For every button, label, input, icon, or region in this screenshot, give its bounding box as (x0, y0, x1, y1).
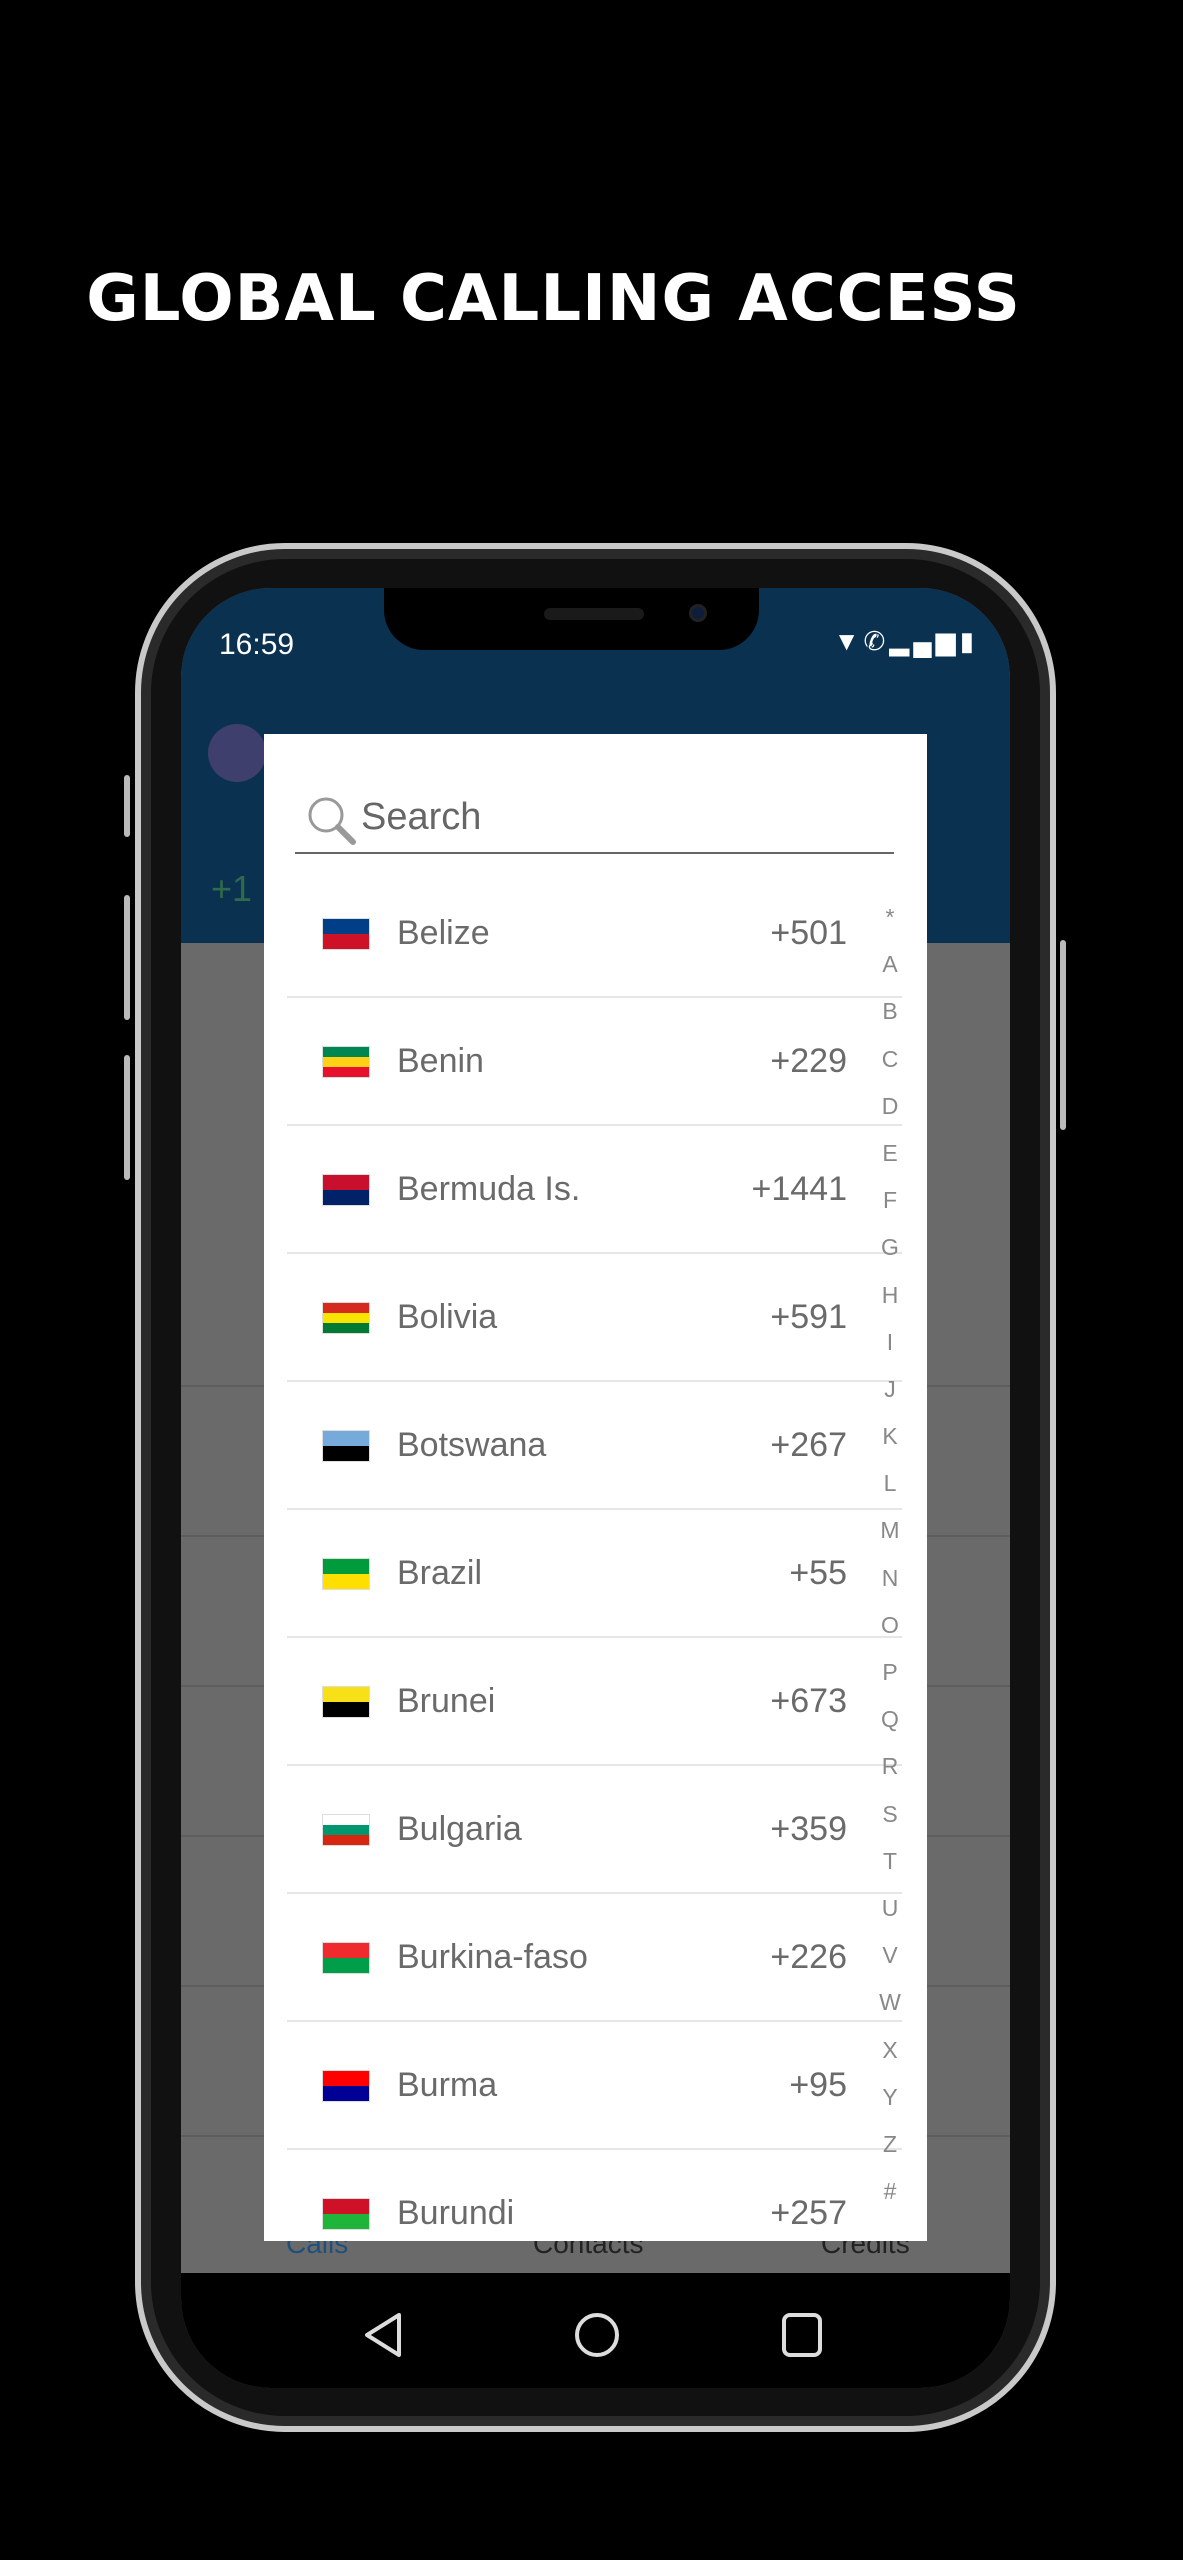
index-letter[interactable]: U (870, 1895, 910, 1942)
nav-bar (181, 2273, 1010, 2388)
index-letter[interactable]: H (870, 1282, 910, 1329)
index-letter[interactable]: L (870, 1470, 910, 1517)
index-letter[interactable]: V (870, 1942, 910, 1989)
flag-icon (323, 1815, 369, 1845)
country-row[interactable]: Burkina-faso +226 (287, 1894, 902, 2022)
index-letter[interactable]: E (870, 1140, 910, 1187)
battery-icon: ▮ (959, 626, 978, 656)
index-letter[interactable]: X (870, 2037, 910, 2084)
phone-button (1060, 940, 1066, 1130)
flag-icon (323, 1943, 369, 1973)
country-code: +229 (770, 1042, 847, 1080)
index-letter[interactable]: A (870, 951, 910, 998)
country-code: +673 (770, 1682, 847, 1720)
search-placeholder: Search (361, 796, 482, 838)
search-icon (308, 797, 356, 845)
flag-icon (323, 919, 369, 949)
country-row[interactable]: Bulgaria +359 (287, 1766, 902, 1894)
flag-icon (323, 1687, 369, 1717)
country-row[interactable]: Burma +95 (287, 2022, 902, 2150)
wifi-calling-icon: ✆ (863, 626, 890, 656)
country-picker-dialog: Search Belize +501 Benin +229 Bermuda Is. +14… (264, 734, 927, 2241)
country-name: Bolivia (397, 1298, 498, 1336)
country-row[interactable]: Benin +229 (287, 998, 902, 1126)
country-code: +591 (770, 1298, 847, 1336)
country-code: +501 (770, 914, 847, 952)
flag-icon (323, 1047, 369, 1077)
country-code: +359 (770, 1810, 847, 1848)
country-name: Burundi (397, 2194, 515, 2232)
flag-icon (323, 2199, 369, 2229)
index-letter[interactable]: Y (870, 2084, 910, 2131)
index-letter[interactable]: S (870, 1801, 910, 1848)
flag-icon (323, 1559, 369, 1589)
flag-icon (323, 2071, 369, 2101)
recents-icon[interactable] (782, 2313, 822, 2357)
index-letter[interactable]: F (870, 1187, 910, 1234)
phone-button (124, 775, 130, 837)
index-letter[interactable]: D (870, 1093, 910, 1140)
index-letter[interactable]: C (870, 1046, 910, 1093)
country-name: Botswana (397, 1426, 547, 1464)
country-name: Belize (397, 914, 490, 952)
country-name: Bermuda Is. (397, 1170, 581, 1208)
number-prefix: +1 (211, 868, 253, 909)
status-icons: ▼✆▂▄▆▮ (834, 626, 978, 657)
index-letter[interactable]: W (870, 1989, 910, 2036)
phone-button (124, 895, 130, 1020)
index-letter[interactable]: M (870, 1517, 910, 1564)
country-row[interactable]: Bolivia +591 (287, 1254, 902, 1382)
avatar[interactable] (208, 724, 266, 782)
country-name: Burkina-faso (397, 1938, 588, 1976)
index-letter[interactable]: # (870, 2178, 910, 2225)
flag-icon (323, 1303, 369, 1333)
index-letter[interactable]: P (870, 1659, 910, 1706)
notch (384, 588, 759, 650)
flag-icon (323, 1175, 369, 1205)
index-letter[interactable]: Q (870, 1706, 910, 1753)
flag-icon (323, 1431, 369, 1461)
index-letter[interactable]: B (870, 998, 910, 1045)
country-row[interactable]: Bermuda Is. +1441 (287, 1126, 902, 1254)
country-row[interactable]: Burundi +257 (287, 2150, 902, 2241)
country-code: +1441 (751, 1170, 848, 1208)
index-letter[interactable]: T (870, 1848, 910, 1895)
home-icon[interactable] (575, 2313, 619, 2357)
country-code: +257 (770, 2194, 847, 2232)
index-letter[interactable]: G (870, 1234, 910, 1281)
country-code: +95 (789, 2066, 847, 2104)
back-icon[interactable] (361, 2311, 405, 2359)
country-code: +55 (789, 1554, 847, 1592)
index-letter[interactable]: J (870, 1376, 910, 1423)
index-letter[interactable]: N (870, 1565, 910, 1612)
signal-icon: ▂▄▆ (889, 626, 960, 656)
index-letter[interactable]: O (870, 1612, 910, 1659)
country-name: Brazil (397, 1554, 483, 1592)
index-letter[interactable]: I (870, 1329, 910, 1376)
country-name: Benin (397, 1042, 484, 1080)
wifi-icon: ▼ (833, 626, 864, 656)
country-code: +267 (770, 1426, 847, 1464)
headline: GLOBAL CALLING ACCESS (86, 262, 1021, 336)
status-time: 16:59 (219, 628, 295, 661)
phone-button (124, 1055, 130, 1180)
country-row[interactable]: Botswana +267 (287, 1382, 902, 1510)
country-row[interactable]: Brazil +55 (287, 1510, 902, 1638)
country-name: Brunei (397, 1682, 496, 1720)
alphabet-index[interactable]: * A B C D E F G H I J K L M N O P Q R S T U V W X Y Z # (870, 904, 910, 2225)
index-letter[interactable]: Z (870, 2131, 910, 2178)
country-row[interactable]: Brunei +673 (287, 1638, 902, 1766)
index-letter[interactable]: R (870, 1753, 910, 1800)
index-letter[interactable]: K (870, 1423, 910, 1470)
country-code: +226 (770, 1938, 847, 1976)
country-name: Burma (397, 2066, 498, 2104)
country-row[interactable]: Belize +501 (287, 870, 902, 998)
index-letter[interactable]: * (870, 904, 910, 951)
country-name: Bulgaria (397, 1810, 522, 1848)
search-input[interactable]: Search (295, 786, 894, 854)
